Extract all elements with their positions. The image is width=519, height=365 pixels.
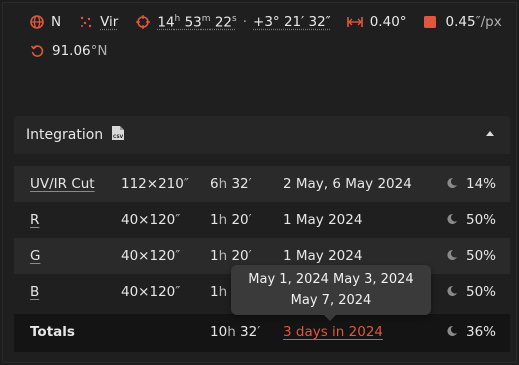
rotation-bar: 91.06°N [30,41,108,61]
moon-illumination: 50% [466,284,497,300]
moon-icon [446,177,458,193]
coordinates-bar: N Vir 14h 53m 22s · +3° 21′ 32″ 0.40° 0.… [30,12,502,32]
integration-time: 1h 20′ [210,248,252,264]
moon-icon [446,285,458,301]
totals-row: Totals 10h 32′ 3 days in 2024 36% [14,314,510,352]
direction-value: N [51,14,62,30]
moon-illumination: 50% [466,248,497,264]
exposure: 40×120″ [121,284,181,300]
caret-up-icon[interactable] [486,131,494,136]
moon-icon [446,213,458,229]
svg-text:CSV: CSV [113,134,124,140]
totals-label: Totals [30,324,75,340]
total-moon-illumination: 36% [466,324,497,340]
rotation-value: 91.06°N [52,43,108,59]
square-icon [423,15,437,29]
total-time: 10h 32′ [210,324,261,340]
exposure: 40×120″ [121,212,181,228]
exposure: 40×120″ [121,248,181,264]
filter-name[interactable]: B [30,284,39,300]
moon-illumination: 14% [466,176,497,192]
declination[interactable]: +3° 21′ 32″ [253,14,331,30]
constellation-link[interactable]: Vir [100,14,118,30]
integration-header[interactable]: Integration CSV [14,116,510,154]
dates: 1 May 2024 [283,212,363,228]
field-of-view: 0.40° [369,14,407,30]
integration-time: 6h 32′ [210,176,252,192]
width-icon [346,15,363,29]
pixel-scale: 0.45″/px [445,14,502,30]
globe-icon [30,15,44,29]
moon-icon [446,249,458,265]
table-row: R 40×120″ 1h 20′ 1 May 2024 50% [14,202,510,238]
constellation-icon [79,15,93,29]
integration-time: 1h [210,284,228,300]
integration-title: Integration [26,127,104,143]
filter-name[interactable]: G [30,248,40,264]
dates: 2 May, 6 May 2024 [283,176,412,192]
separator-dot: · [242,14,248,30]
crosshair-icon [136,15,151,29]
integration-time: 1h 20′ [210,212,252,228]
moon-icon [446,325,458,341]
tooltip-arrow [324,315,336,321]
csv-file-icon[interactable]: CSV [111,125,125,145]
right-ascension[interactable]: 14h 53m 22s [157,14,236,31]
exposure: 112×210″ [121,176,189,192]
table-row: UV/IR Cut 112×210″ 6h 32′ 2 May, 6 May 2… [14,166,510,202]
filter-name[interactable]: R [30,212,39,228]
filter-name[interactable]: UV/IR Cut [30,176,95,192]
moon-illumination: 50% [466,212,497,228]
dates-tooltip: May 1, 2024 May 3, 2024 May 7, 2024 [231,265,431,321]
rotate-icon [30,44,44,58]
dates: 1 May 2024 [283,248,363,264]
tooltip-line-1: May 1, 2024 May 3, 2024 [248,272,414,287]
integration-table: UV/IR Cut 112×210″ 6h 32′ 2 May, 6 May 2… [14,166,510,352]
total-days-link[interactable]: 3 days in 2024 [283,324,383,340]
tooltip-line-2: May 7, 2024 [290,293,372,308]
